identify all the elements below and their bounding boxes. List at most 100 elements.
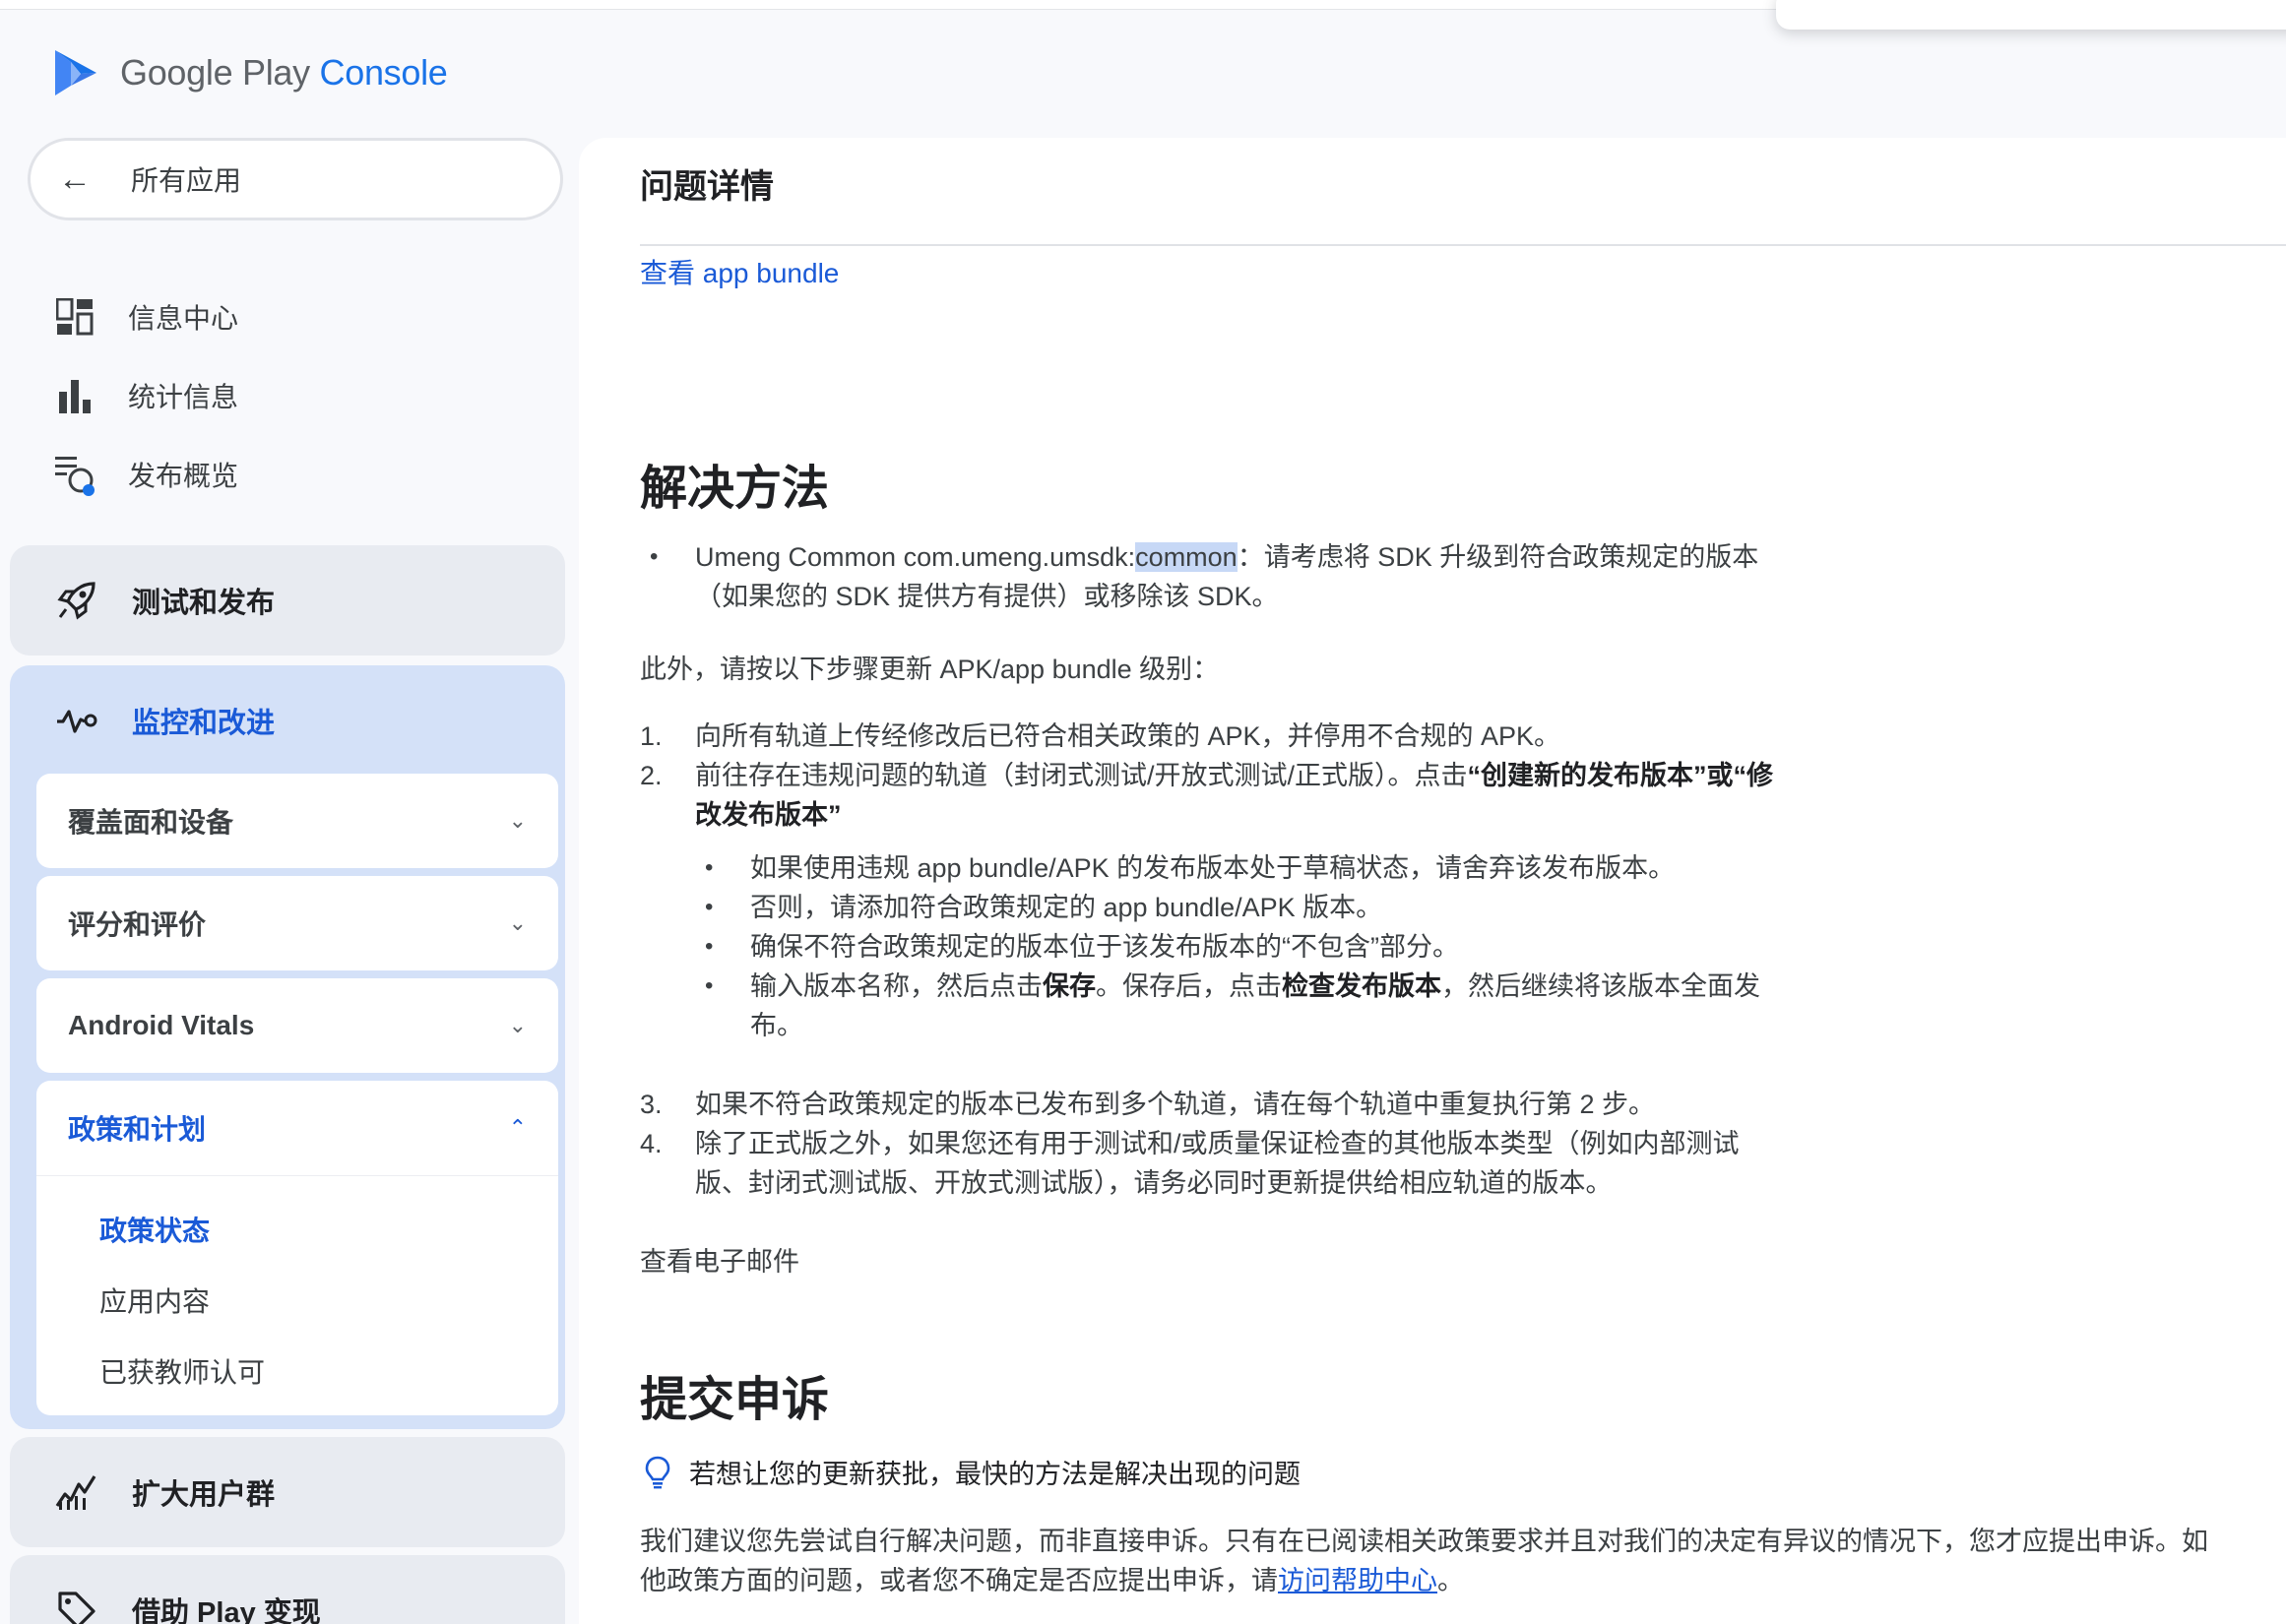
appeal-tip: 若想让您的更新获批，最快的方法是解决出现的问题 <box>640 1453 1301 1491</box>
group-label: 测试和发布 <box>132 588 276 619</box>
play-console-logo[interactable]: Google Play Console <box>51 45 448 100</box>
steps-intro: 此外，请按以下步骤更新 APK/app bundle 级别： <box>640 655 1220 684</box>
sdk-bullet-suffix: ：请考虑将 SDK 升级到符合政策规定的版本 <box>1237 542 1759 572</box>
growth-icon <box>53 1468 100 1516</box>
sdk-bullet-highlight: common <box>1135 542 1238 572</box>
sidebar-group-grow[interactable]: 扩大用户群 <box>10 1437 565 1547</box>
sidebar-item-dashboard[interactable]: 信息中心 <box>53 287 238 346</box>
sidebar-item-publishing-overview[interactable]: 发布概览 <box>53 445 238 504</box>
logo-google-play: Google Play <box>120 52 310 93</box>
group-header[interactable]: 借助 Play 变现 <box>10 1555 565 1624</box>
step-2-text: 前往存在违规问题的轨道（封闭式测试/开放式测试/正式版）。点击 <box>695 761 1468 790</box>
substep-4: • 输入版本名称，然后点击保存。保存后，点击检查发布版本，然后继续将该版本全面发… <box>705 967 1833 1045</box>
main-content: 问题详情 查看 app bundle 解决方法 • Umeng Common c… <box>579 138 2286 1624</box>
substep-text: ，然后继续将该版本全面发 <box>1441 971 1760 1001</box>
step-4: 4. 除了正式版之外，如果您还有用于测试和/或质量保证检查的其他版本类型（例如内… <box>640 1124 1876 1203</box>
sidebar-item-label: 发布概览 <box>128 461 239 491</box>
sdk-bullet: • Umeng Common com.umeng.umsdk:common：请考… <box>650 537 1857 616</box>
step-number: 2. <box>640 761 663 790</box>
play-console-logo-icon <box>55 50 96 95</box>
group-header[interactable]: 监控和改进 <box>10 665 565 776</box>
sidebar-group-monetize[interactable]: 借助 Play 变现 <box>10 1555 565 1624</box>
section-label: 评分和评价 <box>68 909 207 940</box>
section-label: Android Vitals <box>68 1010 255 1040</box>
appeal-paragraph-line1: 我们建议您先尝试自行解决问题，而非直接申诉。只有在已阅读相关政策要求并且对我们的… <box>640 1527 2208 1556</box>
section-children: 政策状态 应用内容 已获教师认可 <box>36 1175 558 1406</box>
substep-2: • 否则，请添加符合政策规定的 app bundle/APK 版本。 <box>705 888 1833 927</box>
step-number: 3. <box>640 1090 663 1119</box>
sidebar-item-teacher-approved[interactable]: 已获教师认可 <box>36 1336 558 1406</box>
step-2: 2. 前往存在违规问题的轨道（封闭式测试/开放式测试/正式版）。点击“创建新的发… <box>640 756 1876 835</box>
section-reach-devices[interactable]: 覆盖面和设备 ⌄ <box>36 774 558 868</box>
substep-text: 输入版本名称，然后点击 <box>750 971 1043 1001</box>
section-policy-programs: 政策和计划 ⌃ 政策状态 应用内容 已获教师认可 <box>36 1081 558 1415</box>
title-divider <box>640 244 2286 246</box>
back-arrow-icon: ← <box>58 160 92 198</box>
bullet-dot: • <box>705 972 714 999</box>
monitor-icon <box>53 697 100 744</box>
chevron-down-icon: ⌄ <box>508 1013 527 1037</box>
substep-text: 布。 <box>750 1011 803 1040</box>
section-header[interactable]: Android Vitals ⌄ <box>36 978 558 1073</box>
step-2-bold-cont: 改发布版本” <box>695 800 842 830</box>
substep-text: 确保不符合政策规定的版本位于该发布版本的“不包含”部分。 <box>750 932 1459 962</box>
help-center-link[interactable]: 访问帮助中心 <box>1278 1566 1437 1595</box>
save-bold: 保存 <box>1043 971 1096 1001</box>
substep-text: 如果使用违规 app bundle/APK 的发布版本处于草稿状态，请舍弃该发布… <box>750 853 1676 883</box>
sidebar-item-label: 信息中心 <box>128 303 239 334</box>
section-header[interactable]: 评分和评价 ⌄ <box>36 876 558 970</box>
appeal-paragraph-end: 。 <box>1437 1566 1464 1595</box>
chevron-up-icon: ⌃ <box>508 1115 527 1140</box>
group-label: 监控和改进 <box>132 708 276 739</box>
section-android-vitals[interactable]: Android Vitals ⌄ <box>36 978 558 1073</box>
solution-heading: 解决方法 <box>640 463 830 515</box>
section-label: 政策和计划 <box>68 1114 207 1145</box>
appeal-paragraph: 我们建议您先尝试自行解决问题，而非直接申诉。只有在已阅读相关政策要求并且对我们的… <box>640 1522 2208 1600</box>
all-apps-label: 所有应用 <box>131 165 242 196</box>
section-ratings-reviews[interactable]: 评分和评价 ⌄ <box>36 876 558 970</box>
step-3: 3. 如果不符合政策规定的版本已发布到多个轨道，请在每个轨道中重复执行第 2 步… <box>640 1085 1876 1124</box>
group-header[interactable]: 扩大用户群 <box>10 1437 565 1547</box>
dashboard-icon <box>53 295 96 339</box>
chevron-down-icon: ⌄ <box>508 808 527 833</box>
all-apps-button[interactable]: ← 所有应用 <box>28 138 563 220</box>
section-label: 覆盖面和设备 <box>68 807 234 838</box>
sidebar-item-policy-status[interactable]: 政策状态 <box>36 1194 558 1265</box>
sidebar-item-statistics[interactable]: 统计信息 <box>53 366 238 425</box>
substep-text: 否则，请添加符合政策规定的 app bundle/APK 版本。 <box>750 893 1383 922</box>
substep-text: 。保存后，点击 <box>1096 971 1282 1001</box>
section-header[interactable]: 政策和计划 ⌃ <box>36 1081 558 1175</box>
sidebar-group-test-release[interactable]: 测试和发布 <box>10 545 565 656</box>
lightbulb-icon <box>640 1455 675 1490</box>
publishing-overview-icon <box>53 453 96 496</box>
review-release-bold: 检查发布版本 <box>1282 971 1441 1001</box>
sdk-bullet-line2: （如果您的 SDK 提供方有提供）或移除该 SDK。 <box>695 582 1279 611</box>
page-title: 问题详情 <box>640 168 774 206</box>
group-header[interactable]: 测试和发布 <box>10 545 565 656</box>
step-number: 4. <box>640 1129 663 1158</box>
view-app-bundle-link[interactable]: 查看 app bundle <box>640 252 839 291</box>
step-4-text-cont: 版、封闭式测试版、开放式测试版），请务必同时更新提供给相应轨道的版本。 <box>695 1168 1613 1198</box>
floating-panel <box>1776 0 2286 30</box>
group-label: 借助 Play 变现 <box>132 1597 321 1624</box>
chevron-down-icon: ⌄ <box>508 910 527 935</box>
step-2-bold: “创建新的发布版本”或“修 <box>1467 761 1774 790</box>
step-1-text: 向所有轨道上传经修改后已符合相关政策的 APK，并停用不合规的 APK。 <box>695 721 1561 751</box>
sdk-bullet-prefix: Umeng Common com.umeng.umsdk: <box>695 542 1136 572</box>
section-header[interactable]: 覆盖面和设备 ⌄ <box>36 774 558 868</box>
logo-text: Google Play Console <box>120 52 448 94</box>
step-3-text: 如果不符合政策规定的版本已发布到多个轨道，请在每个轨道中重复执行第 2 步。 <box>695 1090 1656 1119</box>
sidebar-group-monitor: 监控和改进 覆盖面和设备 ⌄ 评分和评价 ⌄ Android Vitals ⌄ … <box>10 665 565 1429</box>
substep-1: • 如果使用违规 app bundle/APK 的发布版本处于草稿状态，请舍弃该… <box>705 848 1833 888</box>
bullet-dot: • <box>705 894 714 920</box>
bullet-dot: • <box>705 933 714 960</box>
sidebar-item-app-content[interactable]: 应用内容 <box>36 1265 558 1336</box>
step-4-text: 除了正式版之外，如果您还有用于测试和/或质量保证检查的其他版本类型（例如内部测试 <box>695 1129 1740 1158</box>
sidebar-item-label: 统计信息 <box>128 382 239 412</box>
rocket-icon <box>53 577 100 624</box>
bar-chart-icon <box>53 374 96 417</box>
appeal-paragraph-line2: 他政策方面的问题，或者您不确定是否应提出申诉，请 <box>640 1566 1278 1595</box>
appeal-heading: 提交申诉 <box>640 1374 830 1426</box>
logo-console: Console <box>319 52 448 93</box>
view-email-link[interactable]: 查看电子邮件 <box>640 1242 799 1281</box>
